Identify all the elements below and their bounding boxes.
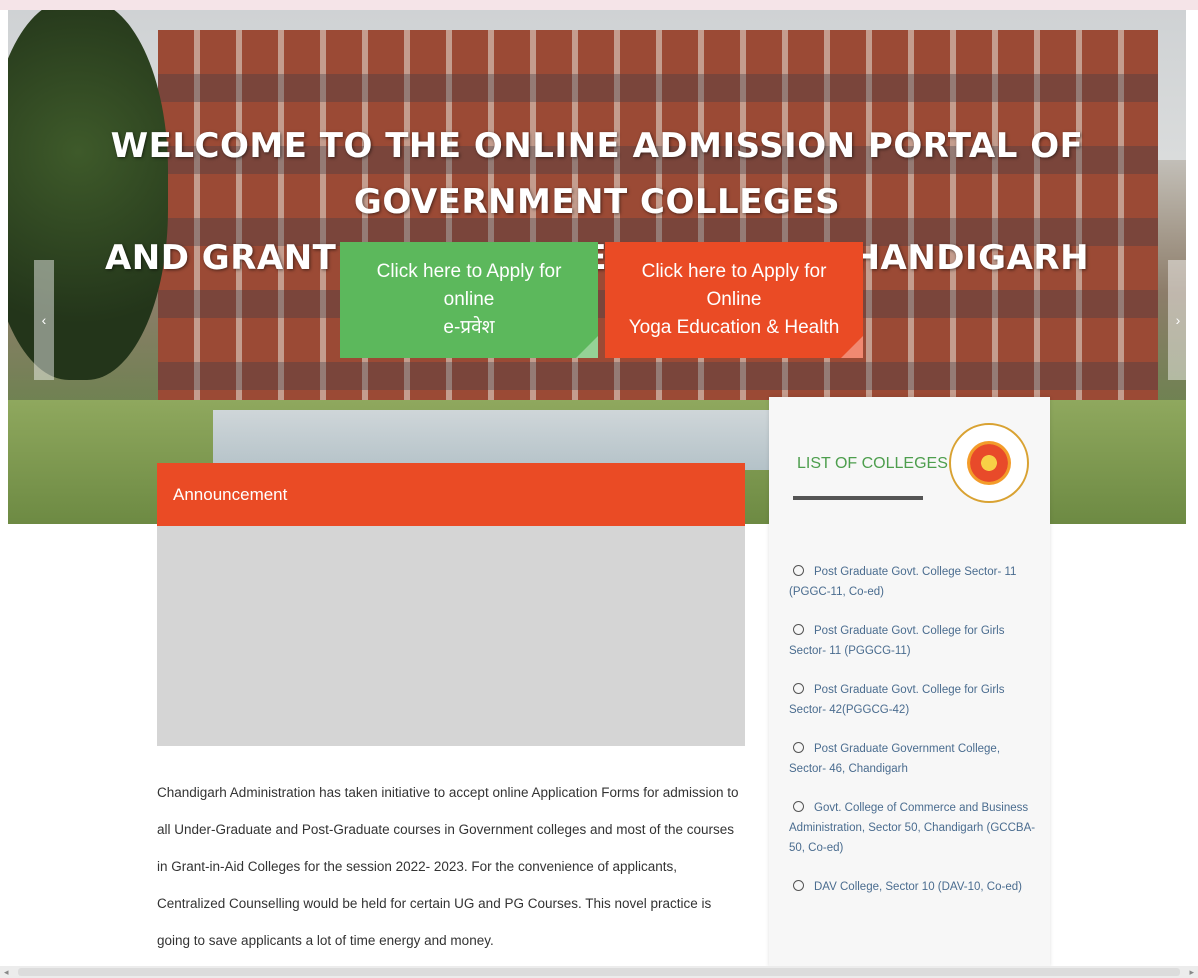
colleges-title: LIST OF COLLEGES [797, 455, 948, 472]
college-link[interactable]: Post Graduate Govt. College Sector- 11 (… [789, 566, 1016, 598]
scrollbar-thumb[interactable] [18, 968, 1180, 976]
apply-online-line1: Click here to Apply for online [376, 261, 562, 310]
college-list-item[interactable]: Govt. College of Commerce and Business A… [789, 798, 1037, 858]
college-link[interactable]: Post Graduate Government College, Sector… [789, 743, 1000, 775]
clock-icon [793, 742, 804, 753]
clock-icon [793, 801, 804, 812]
chevron-right-icon: › [1175, 312, 1181, 328]
horizontal-scrollbar[interactable]: ◂ ▸ [0, 966, 1198, 978]
colleges-panel: LIST OF COLLEGES Post Graduate Govt. Col… [769, 397, 1050, 967]
college-list-item[interactable]: Post Graduate Govt. College for Girls Se… [789, 680, 1037, 720]
college-list-item[interactable]: DAV College, Sector 10 (DAV-10, Co-ed) [789, 877, 1037, 897]
college-link[interactable]: Post Graduate Govt. College for Girls Se… [789, 684, 1004, 716]
college-list-item[interactable]: Post Graduate Government College, Sector… [789, 739, 1037, 779]
college-list: Post Graduate Govt. College Sector- 11 (… [789, 562, 1037, 916]
corner-fold-icon [576, 336, 598, 358]
announcement-body [157, 526, 745, 746]
announcement-title: Announcement [173, 485, 288, 504]
carousel-next-button[interactable]: › [1168, 260, 1186, 380]
apply-yoga-line2: Yoga Education & Health [628, 317, 840, 338]
apply-yoga-line1: Click here to Apply for Online [641, 261, 827, 310]
college-link[interactable]: Post Graduate Govt. College for Girls Se… [789, 625, 1004, 657]
colleges-title-underline [793, 496, 923, 500]
apply-yoga-button[interactable]: Click here to Apply for Online Yoga Educ… [605, 242, 863, 358]
clock-icon [793, 880, 804, 891]
top-strip [0, 0, 1198, 10]
yoga-education-seal-icon [949, 423, 1029, 503]
clock-icon [793, 624, 804, 635]
clock-icon [793, 683, 804, 694]
page-title-line1: WELCOME TO THE ONLINE ADMISSION PORTAL O… [110, 126, 1084, 222]
apply-online-line2: e-प्रवेश [443, 317, 495, 338]
scroll-left-icon[interactable]: ◂ [4, 966, 9, 978]
apply-online-eprvesh-button[interactable]: Click here to Apply for online e-प्रवेश [340, 242, 598, 358]
carousel-prev-button[interactable]: ‹ [34, 260, 54, 380]
intro-paragraph: Chandigarh Administration has taken init… [157, 785, 739, 948]
college-list-item[interactable]: Post Graduate Govt. College Sector- 11 (… [789, 562, 1037, 602]
college-link[interactable]: DAV College, Sector 10 (DAV-10, Co-ed) [814, 881, 1022, 893]
corner-fold-icon [841, 336, 863, 358]
announcement-header: Announcement [157, 463, 745, 526]
scroll-right-icon[interactable]: ▸ [1189, 966, 1194, 978]
hero-fountain-image [213, 410, 773, 470]
chevron-left-icon: ‹ [41, 312, 47, 328]
seal-emblem [967, 441, 1011, 485]
clock-icon [793, 565, 804, 576]
college-link[interactable]: Govt. College of Commerce and Business A… [789, 802, 1035, 854]
college-list-item[interactable]: Post Graduate Govt. College for Girls Se… [789, 621, 1037, 661]
